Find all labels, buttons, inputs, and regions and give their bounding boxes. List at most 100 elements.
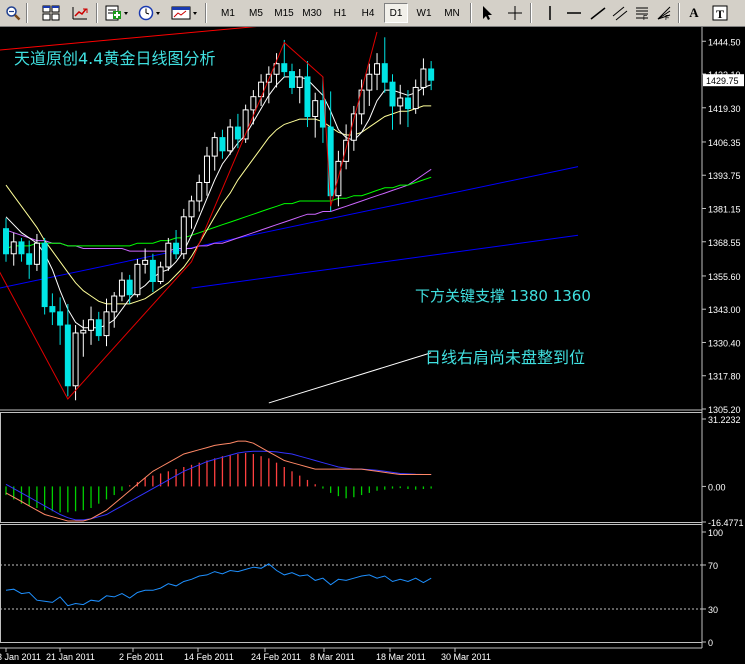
candle-body [95, 319, 102, 337]
candle-body [366, 73, 373, 91]
zoom-in-icon[interactable] [3, 3, 23, 23]
price-label: 1343.00 [708, 305, 741, 315]
period-button-m5[interactable]: M5 [244, 3, 268, 23]
clock-icon[interactable] [137, 3, 163, 23]
price-label: 1305.20 [708, 405, 741, 415]
candle [134, 259, 141, 298]
period-button-h1[interactable]: H1 [328, 3, 352, 23]
candle-body [103, 311, 110, 337]
candle-body [397, 97, 404, 107]
date-label: 18 Mar 2011 [376, 652, 426, 662]
candle-body [312, 100, 319, 117]
macd-axis-label: 0.00 [708, 482, 726, 492]
rsi-axis-label: 70 [708, 561, 718, 571]
price-label: 1419.30 [708, 104, 741, 114]
candle-body [234, 126, 241, 140]
price-label: 1368.55 [708, 238, 741, 248]
rsi-axis-label: 0 [708, 638, 713, 648]
date-label: 14 Feb 2011 [184, 652, 234, 662]
candle-body [412, 86, 419, 110]
candle-body [203, 155, 210, 183]
candle-body [118, 279, 125, 297]
candle-body [219, 137, 226, 152]
candle-body [149, 259, 156, 282]
rsi-axis-label: 100 [708, 528, 723, 538]
candle-body [374, 63, 381, 75]
candle-body [180, 216, 187, 255]
candle-body [381, 63, 388, 83]
fibonacci-fan-icon[interactable]: F [654, 3, 674, 23]
chart-title: 天道原创4.4黄金日线图分析 [14, 49, 215, 68]
trendline-icon[interactable] [588, 3, 608, 23]
candle-body [33, 242, 40, 265]
macd-axis-label: 31.2232 [708, 415, 741, 425]
candle-body [211, 137, 218, 157]
channel-icon[interactable] [610, 3, 630, 23]
candle-body [10, 241, 17, 255]
price-label: 1317.80 [708, 372, 741, 382]
chart-shift-icon[interactable] [69, 3, 91, 23]
candle-body [227, 126, 234, 152]
period-button-m30[interactable]: M30 [300, 3, 324, 23]
date-label: 30 Mar 2011 [441, 652, 491, 662]
period-button-d1[interactable]: D1 [384, 3, 408, 23]
text-icon[interactable]: A [684, 3, 704, 23]
candle [41, 237, 48, 315]
candle-body [304, 76, 311, 117]
candle-body [196, 181, 203, 202]
candle-body [88, 319, 95, 331]
template-icon[interactable] [170, 3, 200, 23]
price-label: 1355.60 [708, 272, 741, 282]
candle-body [173, 242, 180, 255]
vertical-line-icon[interactable] [540, 3, 560, 23]
new-order-icon[interactable] [104, 3, 130, 23]
candle-body [80, 329, 87, 334]
candle [165, 237, 172, 271]
candle-body [404, 97, 411, 110]
period-button-h4[interactable]: H4 [356, 3, 380, 23]
candle-body [389, 81, 396, 107]
price-label: 1406.35 [708, 138, 741, 148]
candle-body [134, 263, 141, 296]
fibonacci-icon[interactable]: F [632, 3, 652, 23]
crosshair-icon[interactable] [504, 3, 526, 23]
candle-body [420, 68, 427, 88]
date-label: 8 Mar 2011 [310, 652, 355, 662]
cursor-icon[interactable] [476, 3, 498, 23]
price-label: 1381.15 [708, 204, 741, 214]
date-label: 24 Feb 2011 [251, 652, 301, 662]
date-label: 2 Feb 2011 [119, 652, 164, 662]
candle-body [57, 311, 64, 326]
price-label: 1444.50 [708, 37, 741, 47]
chart-area[interactable]: 1444.501432.101419.301406.351393.751381.… [0, 27, 745, 664]
horizontal-line-icon[interactable] [564, 3, 584, 23]
comment-annotation: 日线右肩尚未盘整到位 [425, 348, 585, 367]
price-chart[interactable]: 1444.501432.101419.301406.351393.751381.… [0, 27, 745, 664]
period-button-w1[interactable]: W1 [412, 3, 436, 23]
candle-body [64, 324, 71, 387]
svg-text:F: F [665, 15, 669, 21]
candle-body [281, 63, 288, 73]
period-button-m15[interactable]: M15 [272, 3, 296, 23]
candle-body [296, 76, 303, 88]
svg-text:T: T [716, 7, 724, 21]
candle-body [111, 295, 118, 313]
support-annotation: 下方关键支撑 1380 1360 [415, 287, 591, 305]
date-label: 21 Jan 2011 [46, 652, 95, 662]
candle-body [289, 71, 296, 88]
toolbar: M1 M5 M15 M30 H1 H4 D1 W1 MN F F A T [0, 0, 745, 27]
period-button-m1[interactable]: M1 [216, 3, 240, 23]
candle-body [157, 266, 164, 282]
period-button-mn[interactable]: MN [440, 3, 464, 23]
svg-text:F: F [643, 15, 647, 21]
rsi-axis-label: 30 [708, 605, 718, 615]
candle-body [49, 306, 56, 313]
candle-body [250, 96, 257, 111]
price-label: 1330.40 [708, 338, 741, 348]
text-label-icon[interactable]: T [710, 3, 730, 23]
candle-body [41, 242, 48, 308]
candle-body [358, 89, 365, 115]
tile-windows-icon[interactable] [40, 3, 62, 23]
current-price-label: 1429.75 [706, 76, 739, 86]
candle-body [126, 279, 133, 296]
